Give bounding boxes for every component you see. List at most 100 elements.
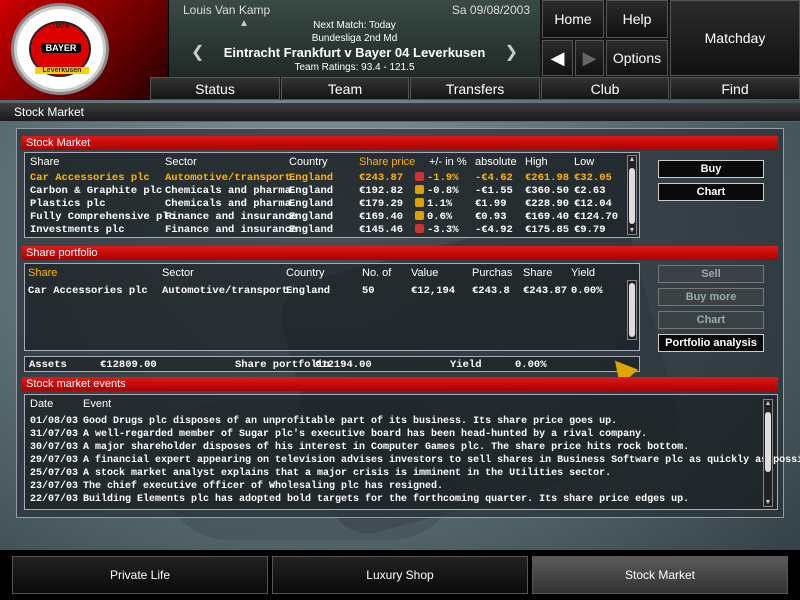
stock-cell-absolute: -€1.55 [475, 185, 513, 197]
pf-col-value[interactable]: Value [411, 267, 438, 279]
stock-cell-sector: Chemicals and pharma. [165, 198, 298, 210]
yield-value: 0.00% [515, 359, 547, 371]
event-cell-event: A major shareholder disposes of his inte… [83, 442, 690, 453]
stock-row[interactable]: Investments plc Finance and insurance Engl… [25, 224, 625, 237]
buy-more-button[interactable]: Buy more [658, 288, 764, 306]
tab-find[interactable]: Find [670, 77, 800, 100]
forward-arrow-icon[interactable]: ▶ [575, 40, 604, 76]
stock-cell-high: €175.85 [525, 224, 570, 236]
stock-scrollbar[interactable]: ▲ ▼ [627, 155, 637, 235]
stock-cell-absolute: -€4.62 [475, 172, 513, 184]
crest-year: 1904 [51, 21, 69, 30]
stock-cell-price: €145.46 [359, 224, 404, 236]
tab-luxury-shop[interactable]: Luxury Shop [272, 556, 528, 594]
events-scroll-thumb[interactable] [765, 412, 771, 472]
scroll-down-icon[interactable]: ▼ [628, 227, 636, 234]
next-fixture-icon[interactable]: ❯ [505, 42, 518, 62]
tab-private-life[interactable]: Private Life [12, 556, 268, 594]
stock-cell-share: Carbon & Graphite plc [30, 185, 163, 197]
col-low[interactable]: Low [574, 156, 594, 168]
portfolio-analysis-button[interactable]: Portfolio analysis [658, 334, 764, 352]
stock-pct-text: -3.3% [427, 224, 459, 236]
matchday-button[interactable]: Matchday [670, 0, 800, 76]
stock-cell-price: €192.82 [359, 185, 404, 197]
pf-col-purchase[interactable]: Purchas [472, 267, 512, 279]
pf-col-share[interactable]: Share [28, 267, 57, 279]
stock-cell-absolute: -€4.92 [475, 224, 513, 236]
stock-cell-price: €179.29 [359, 198, 404, 210]
pf-col-yield[interactable]: Yield [571, 267, 595, 279]
tab-transfers[interactable]: Transfers [410, 77, 540, 100]
col-absolute[interactable]: absolute [475, 156, 517, 168]
event-cell-date: 22/07/03 [30, 494, 79, 505]
col-sector[interactable]: Sector [165, 156, 197, 168]
event-row: 25/07/03 A stock market analyst explains … [25, 468, 761, 481]
pf-col-number[interactable]: No. of [362, 267, 391, 279]
sell-button[interactable]: Sell [658, 265, 764, 283]
league-label: Bundesliga 2nd Md [311, 33, 398, 44]
current-date: Sa 09/08/2003 [451, 3, 530, 17]
stock-cell-country: England [289, 185, 334, 197]
share-portfolio-value: €12194.00 [315, 359, 372, 371]
col-high[interactable]: High [525, 156, 548, 168]
stock-pct-text: 0.6% [427, 211, 453, 223]
portfolio-scroll-thumb[interactable] [629, 283, 635, 337]
events-scroll-down-icon[interactable]: ▼ [764, 499, 772, 506]
tab-club[interactable]: Club [541, 77, 669, 100]
portfolio-cell-purchase: €243.8 [472, 285, 510, 297]
pf-col-country[interactable]: Country [286, 267, 325, 279]
portfolio-chart-button[interactable]: Chart [658, 311, 764, 329]
stock-chart-button[interactable]: Chart [658, 183, 764, 201]
portfolio-row[interactable]: Car Accessories plc Automotive/transport.… [25, 285, 625, 298]
stock-cell-share: Plastics plc [30, 198, 106, 210]
assets-label: Assets [29, 359, 67, 371]
stock-row[interactable]: Car Accessories plc Automotive/transport.… [25, 172, 625, 185]
stock-cell-country: England [289, 224, 334, 236]
stock-cell-pct: -1.9% [415, 172, 459, 184]
home-button[interactable]: Home [542, 0, 604, 38]
stock-cell-price: €243.87 [359, 172, 404, 184]
back-arrow-icon[interactable]: ◀ [542, 40, 573, 76]
pf-col-sector[interactable]: Sector [162, 267, 194, 279]
manager-name: Louis Van Kamp [183, 3, 271, 17]
events-col-event[interactable]: Event [83, 398, 111, 410]
trend-up-icon [415, 198, 424, 207]
event-cell-event: The chief executive officer of Wholesali… [83, 481, 444, 492]
buy-button[interactable]: Buy [658, 160, 764, 178]
col-pct[interactable]: +/- in % [429, 156, 467, 168]
stock-cell-sector: Finance and insurance [165, 224, 298, 236]
scroll-thumb[interactable] [629, 168, 635, 224]
event-cell-event: A stock market analyst explains that a m… [83, 468, 612, 479]
stock-cell-high: €261.98 [525, 172, 570, 184]
pf-col-share-price[interactable]: Share [523, 267, 552, 279]
stock-row[interactable]: Plastics plc Chemicals and pharma. England… [25, 198, 625, 211]
help-button[interactable]: Help [606, 0, 668, 38]
events-scrollbar[interactable]: ▲ ▼ [763, 399, 773, 507]
tab-status[interactable]: Status [150, 77, 280, 100]
tab-stock-market[interactable]: Stock Market [532, 556, 788, 594]
yield-label: Yield [450, 359, 482, 371]
events-col-date[interactable]: Date [30, 398, 53, 410]
stock-row[interactable]: Fully Comprehensive plc Finance and insur… [25, 211, 625, 224]
stock-cell-high: €169.40 [525, 211, 570, 223]
col-share-price[interactable]: Share price [359, 156, 415, 168]
portfolio-cell-share_price: €243.87 [523, 285, 568, 297]
crest-background: 1904 BAYER Leverkusen [0, 0, 168, 100]
scroll-up-icon[interactable]: ▲ [628, 156, 636, 163]
crest-club: Leverkusen [35, 67, 89, 74]
events-scroll-up-icon[interactable]: ▲ [764, 400, 772, 407]
event-row: 30/07/03 A major shareholder disposes of … [25, 442, 761, 455]
portfolio-scrollbar[interactable] [627, 280, 637, 340]
stock-row[interactable]: Carbon & Graphite plc Chemicals and pharm… [25, 185, 625, 198]
col-country[interactable]: Country [289, 156, 328, 168]
tab-team[interactable]: Team [281, 77, 409, 100]
event-cell-date: 25/07/03 [30, 468, 79, 479]
col-share[interactable]: Share [30, 156, 59, 168]
stock-cell-low: €9.79 [574, 224, 606, 236]
options-button[interactable]: Options [606, 40, 668, 76]
stock-cell-share: Investments plc [30, 224, 125, 236]
stock-cell-share: Fully Comprehensive plc [30, 211, 175, 223]
crest-name: BAYER [41, 43, 81, 53]
club-crest-icon: 1904 BAYER Leverkusen [14, 6, 106, 92]
stock-market-table: Share Sector Country Share price +/- in … [24, 152, 640, 238]
